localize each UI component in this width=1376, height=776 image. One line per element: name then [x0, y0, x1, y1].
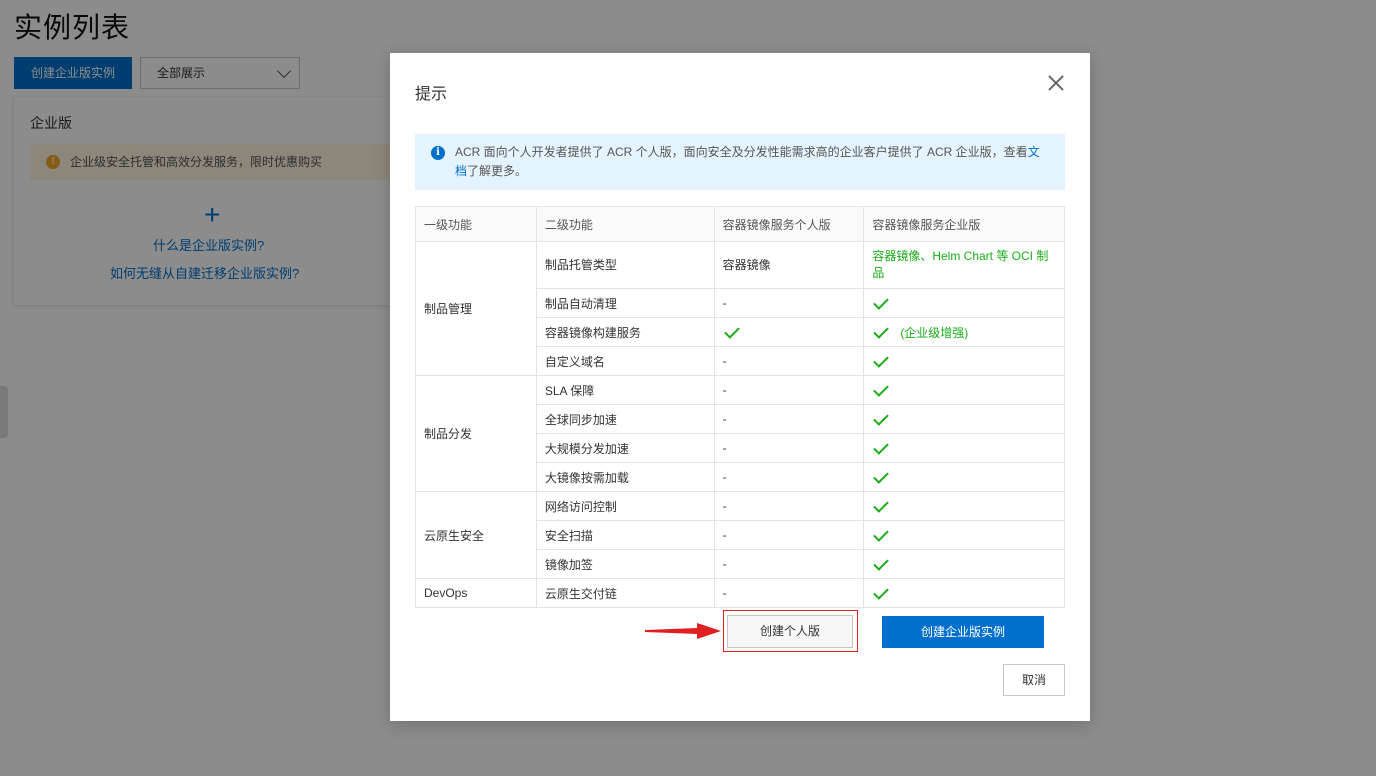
feature-cell: 大规模分发加速	[535, 433, 715, 463]
personal-cell: -	[713, 288, 865, 318]
check-icon	[873, 526, 890, 542]
enterprise-cell	[863, 462, 1065, 492]
info-notice: i ACR 面向个人开发者提供了 ACR 个人版，面向安全及分发性能需求高的企业…	[415, 134, 1065, 190]
group-name-cell: DevOps	[415, 578, 537, 608]
personal-cell: -	[713, 375, 865, 405]
check-icon	[873, 439, 890, 455]
notice-text-end: 了解更多。	[467, 164, 528, 178]
feature-cell: 制品自动清理	[535, 288, 715, 318]
enterprise-cell	[863, 549, 1065, 579]
table-body: 制品管理 制品托管类型 容器镜像 容器镜像、Helm Chart 等 OCI 制品 制品…	[415, 241, 1065, 608]
group-name-cell: 云原生安全	[415, 491, 537, 579]
personal-cell: -	[713, 462, 865, 492]
personal-cell: -	[713, 520, 865, 550]
close-icon[interactable]	[1046, 73, 1066, 93]
enterprise-cell	[863, 375, 1065, 405]
enterprise-cell	[863, 346, 1065, 376]
personal-cell: -	[713, 404, 865, 434]
check-icon	[873, 352, 890, 368]
personal-cell: -	[713, 491, 865, 521]
enterprise-cell	[863, 520, 1065, 550]
enterprise-feature-text: 容器镜像、Helm Chart 等 OCI 制品	[872, 249, 1049, 280]
table-row: DevOps 云原生交付链 -	[415, 578, 1065, 608]
personal-cell	[713, 317, 865, 347]
group-name-cell: 制品分发	[415, 375, 537, 492]
check-icon	[873, 323, 890, 340]
table-header: 二级功能	[535, 206, 715, 242]
cancel-button[interactable]: 取消	[1003, 664, 1065, 696]
create-personal-button[interactable]: 创建个人版	[727, 615, 853, 648]
feature-cell: 网络访问控制	[535, 491, 715, 521]
tip-dialog: 提示 i ACR 面向个人开发者提供了 ACR 个人版，面向安全及分发性能需求高…	[390, 53, 1090, 721]
table-header-row: 一级功能 二级功能 容器镜像服务个人版 容器镜像服务企业版	[415, 206, 1065, 242]
enterprise-note: (企业级增强)	[900, 325, 969, 340]
table-header: 容器镜像服务个人版	[713, 206, 865, 242]
check-icon	[873, 410, 890, 426]
check-icon	[873, 468, 890, 484]
enterprise-cell	[863, 433, 1065, 463]
notice-text: ACR 面向个人开发者提供了 ACR 个人版，面向安全及分发性能需求高的企业客户…	[455, 145, 1028, 159]
table-row: 制品分发 SLA 保障 -	[415, 375, 1065, 492]
create-enterprise-button[interactable]: 创建企业版实例	[882, 616, 1044, 648]
feature-comparison-table: 一级功能 二级功能 容器镜像服务个人版 容器镜像服务企业版 制品管理 制品托管类型…	[415, 206, 1065, 608]
feature-cell: 容器镜像构建服务	[535, 317, 715, 347]
personal-cell: -	[713, 433, 865, 463]
table-header: 容器镜像服务企业版	[863, 206, 1065, 242]
table-row: 云原生安全 网络访问控制 -	[415, 491, 1065, 579]
enterprise-cell: 容器镜像、Helm Chart 等 OCI 制品	[863, 241, 1065, 289]
check-icon	[873, 584, 890, 600]
feature-cell: SLA 保障	[535, 375, 715, 405]
table-row: 制品管理 制品托管类型 容器镜像 容器镜像、Helm Chart 等 OCI 制品	[415, 241, 1065, 376]
info-icon: i	[431, 146, 445, 160]
check-icon	[723, 323, 740, 339]
table-header: 一级功能	[415, 206, 537, 242]
red-arrow-annotation	[645, 623, 721, 639]
feature-cell: 安全扫描	[535, 520, 715, 550]
enterprise-cell	[863, 578, 1065, 608]
personal-cell: 容器镜像	[713, 241, 865, 289]
feature-cell: 云原生交付链	[535, 578, 715, 608]
personal-cell: -	[713, 578, 865, 608]
group-name-cell: 制品管理	[415, 241, 537, 376]
feature-cell: 全球同步加速	[535, 404, 715, 434]
check-icon	[873, 555, 890, 571]
enterprise-cell	[863, 491, 1065, 521]
enterprise-cell	[863, 404, 1065, 434]
check-icon	[873, 294, 890, 310]
check-icon	[873, 497, 890, 513]
feature-cell: 制品托管类型	[535, 241, 715, 289]
dialog-title: 提示	[415, 86, 448, 103]
feature-cell: 自定义域名	[535, 346, 715, 376]
check-icon	[873, 381, 890, 397]
feature-cell: 大镜像按需加载	[535, 462, 715, 492]
personal-cell: -	[713, 549, 865, 579]
personal-cell: -	[713, 346, 865, 376]
enterprise-cell: (企业级增强)	[863, 317, 1065, 347]
feature-cell: 镜像加签	[535, 549, 715, 579]
enterprise-cell	[863, 288, 1065, 318]
